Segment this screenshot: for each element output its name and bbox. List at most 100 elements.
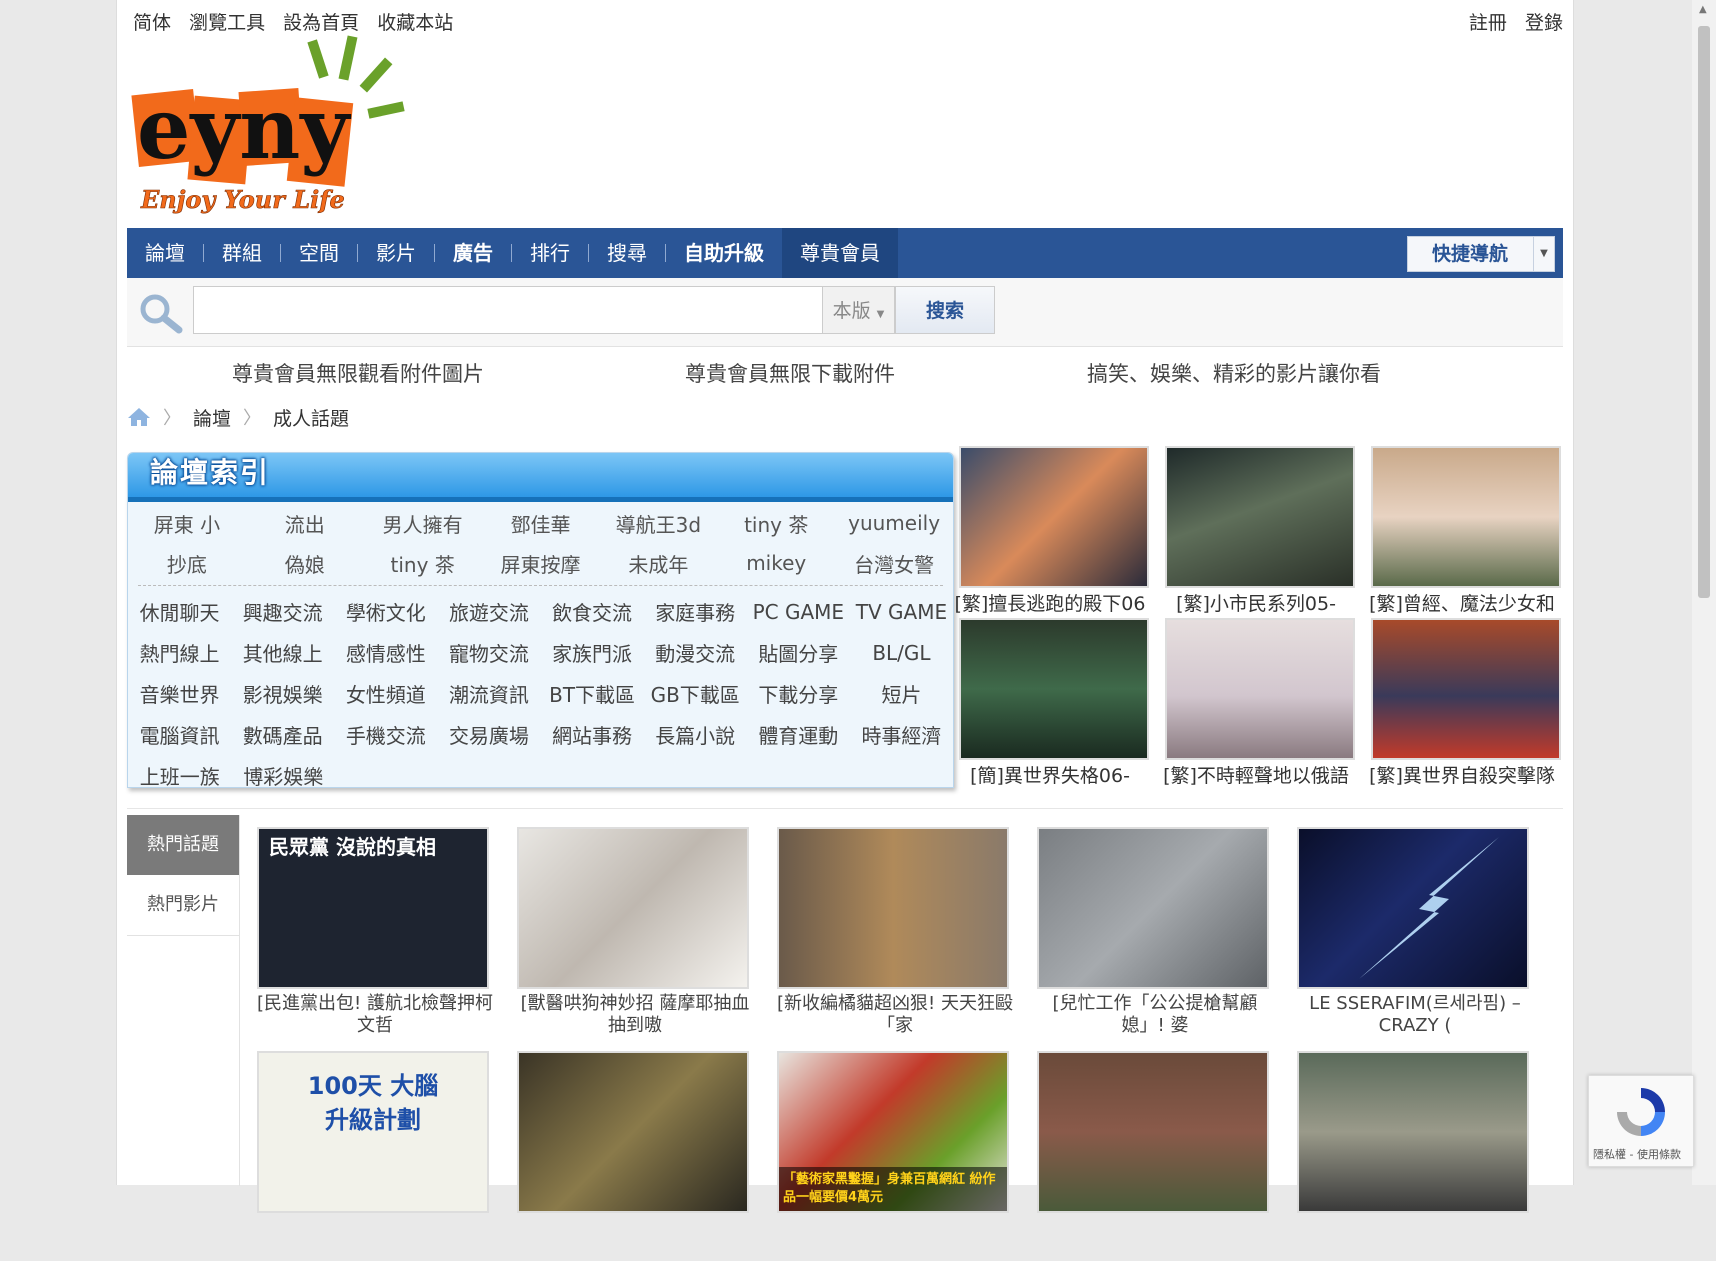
recaptcha-text[interactable]: 隱私權 - 使用條款 (1593, 1146, 1681, 1162)
forum-link[interactable]: 興趣交流 (231, 597, 334, 626)
hot-card[interactable]: LE SSERAFIM(르세라핌) – CRAZY ( (1297, 827, 1529, 1037)
anime-thumb-image[interactable] (959, 446, 1149, 588)
hot-card-caption[interactable]: [獸醫哄狗神妙招 薩摩耶抽血抽到嗷 (517, 993, 753, 1037)
forum-link[interactable]: 短片 (850, 679, 953, 708)
promo-vip-downloads[interactable]: 尊貴會員無限下載附件 (685, 358, 895, 388)
nav-item-search[interactable]: 搜尋 (589, 228, 665, 278)
link-register[interactable]: 註冊 (1469, 12, 1507, 34)
hot-card-image[interactable] (1297, 1051, 1529, 1213)
forum-link[interactable]: 其他線上 (231, 638, 334, 667)
forum-link[interactable]: 長篇小說 (644, 720, 747, 749)
home-icon[interactable] (127, 406, 151, 428)
keyword-link[interactable]: tiny 茶 (364, 549, 482, 578)
link-login[interactable]: 登錄 (1525, 12, 1563, 34)
anime-thumb-image[interactable] (1165, 618, 1355, 760)
forum-link[interactable]: 交易廣場 (437, 720, 540, 749)
anime-thumb[interactable]: [繁]小市民系列05- (1161, 446, 1355, 617)
search-button[interactable]: 搜索 (895, 286, 995, 334)
hot-card-caption[interactable] (517, 1217, 753, 1261)
anime-thumb-image[interactable] (1371, 446, 1561, 588)
forum-link[interactable]: 手機交流 (334, 720, 437, 749)
anime-thumb-image[interactable] (959, 618, 1149, 760)
forum-link[interactable]: TV GAME (850, 600, 953, 624)
hot-card-image[interactable]: 「藝術家黑鑿握」身兼百萬網紅 紛作品一幅要價4萬元 (777, 1051, 1009, 1213)
hot-card-caption[interactable] (1297, 1217, 1533, 1261)
scroll-up-icon[interactable]: ▲ (1699, 4, 1707, 15)
keyword-link[interactable]: 鄧佳華 (482, 509, 600, 538)
link-bookmark[interactable]: 收藏本站 (377, 12, 453, 34)
hot-card-caption[interactable]: LE SSERAFIM(르세라핌) – CRAZY ( (1297, 993, 1533, 1037)
keyword-link[interactable]: 偽娘 (246, 549, 364, 578)
forum-link[interactable]: 飲食交流 (541, 597, 644, 626)
forum-link[interactable]: 家族門派 (541, 638, 644, 667)
keyword-link[interactable]: 導航王3d (599, 509, 717, 538)
hot-card-image[interactable] (777, 827, 1009, 989)
hot-card-image[interactable] (517, 1051, 749, 1213)
forum-link[interactable]: 下載分享 (747, 679, 850, 708)
hot-card-caption[interactable] (257, 1217, 493, 1261)
link-set-homepage[interactable]: 設為首頁 (283, 12, 359, 34)
chevron-down-icon[interactable]: ▼ (1533, 237, 1554, 271)
forum-link[interactable]: 動漫交流 (644, 638, 747, 667)
hot-card[interactable] (517, 1051, 749, 1261)
hot-card-image[interactable] (1037, 827, 1269, 989)
nav-item-groups[interactable]: 群組 (204, 228, 280, 278)
forum-link[interactable]: 熱門線上 (128, 638, 231, 667)
forum-link[interactable]: BT下載區 (541, 679, 644, 708)
forum-link[interactable]: 上班一族 (128, 761, 232, 787)
forum-link[interactable]: 影視娛樂 (231, 679, 334, 708)
scrollbar-thumb[interactable] (1698, 26, 1710, 598)
anime-thumb[interactable]: [簡]異世界失格06- (955, 618, 1149, 789)
forum-link[interactable]: BL/GL (850, 641, 953, 665)
forum-link[interactable]: 貼圖分享 (747, 638, 850, 667)
hot-card-caption[interactable]: [新收編橘貓超凶狠! 天天狂毆「家 (777, 993, 1013, 1037)
anime-thumb-caption[interactable]: [繁]曾經、魔法少女和 (1362, 591, 1562, 617)
quick-nav-button[interactable]: 快捷導航 ▼ (1407, 236, 1555, 272)
anime-thumb[interactable]: [繁]擅長逃跑的殿下06 (954, 446, 1149, 617)
anime-thumb[interactable]: [繁]曾經、魔法少女和 (1367, 446, 1561, 617)
recaptcha-badge[interactable]: 隱私權 - 使用條款 (1588, 1075, 1694, 1167)
anime-thumb-image[interactable] (1165, 446, 1355, 588)
forum-link[interactable]: 旅遊交流 (437, 597, 540, 626)
hot-card[interactable] (1297, 1051, 1529, 1261)
anime-thumb-caption[interactable]: [簡]異世界失格06- (950, 763, 1150, 789)
anime-thumb-caption[interactable]: [繁]不時輕聲地以俄語 (1156, 763, 1356, 789)
anime-thumb[interactable]: [繁]不時輕聲地以俄語 (1161, 618, 1355, 789)
tab-hot-videos[interactable]: 熱門影片 (127, 875, 239, 936)
hot-card-image[interactable] (1297, 827, 1529, 989)
nav-item-vip[interactable]: 尊貴會員 (782, 228, 898, 278)
hot-card[interactable]: 民眾黨 沒說的真相 [民進黨出包! 護航北檢聲押柯文哲 (257, 827, 493, 1037)
hot-card-caption[interactable]: [兒忙工作「公公提槍幫顧媳」! 婆 (1037, 993, 1273, 1037)
hot-card-image[interactable] (1037, 1051, 1269, 1213)
forum-link[interactable]: 音樂世界 (128, 679, 231, 708)
nav-item-space[interactable]: 空間 (281, 228, 357, 278)
hot-card[interactable] (1037, 1051, 1269, 1261)
scrollbar[interactable]: ▲ (1692, 0, 1716, 1185)
forum-link[interactable]: 時事經濟 (850, 720, 953, 749)
anime-thumb-caption[interactable]: [繁]擅長逃跑的殿下06 (950, 591, 1150, 617)
forum-link[interactable]: 休閒聊天 (128, 597, 231, 626)
nav-item-ads[interactable]: 廣告 (435, 228, 511, 278)
forum-link[interactable]: 體育運動 (747, 720, 850, 749)
keyword-link[interactable]: 屏東按摩 (482, 549, 600, 578)
promo-videos[interactable]: 搞笑、娛樂、精彩的影片讓你看 (1087, 358, 1381, 388)
forum-link[interactable]: GB下載區 (644, 679, 747, 708)
anime-thumb-caption[interactable]: [繁]異世界自殺突擊隊 (1362, 763, 1562, 789)
promo-vip-images[interactable]: 尊貴會員無限觀看附件圖片 (232, 358, 484, 388)
keyword-link[interactable]: 抄底 (128, 549, 246, 578)
tab-hot-topics[interactable]: 熱門話題 (127, 815, 239, 875)
anime-thumb[interactable]: [繁]異世界自殺突擊隊 (1367, 618, 1561, 789)
nav-item-forum[interactable]: 論壇 (127, 228, 203, 278)
forum-link[interactable]: 家庭事務 (644, 597, 747, 626)
nav-item-self-upgrade[interactable]: 自助升級 (666, 228, 782, 278)
hot-card-caption[interactable] (777, 1217, 1013, 1261)
forum-link[interactable]: 感情感性 (334, 638, 437, 667)
breadcrumb-current[interactable]: 成人話題 (273, 404, 349, 431)
keyword-link[interactable]: 未成年 (599, 549, 717, 578)
hot-card-image[interactable]: 100天 大腦升級計劃 (257, 1051, 489, 1213)
search-input[interactable] (193, 286, 823, 334)
forum-link[interactable]: 網站事務 (541, 720, 644, 749)
keyword-link[interactable]: mikey (717, 551, 835, 575)
hot-card[interactable]: [獸醫哄狗神妙招 薩摩耶抽血抽到嗷 (517, 827, 749, 1037)
forum-link[interactable]: 潮流資訊 (437, 679, 540, 708)
